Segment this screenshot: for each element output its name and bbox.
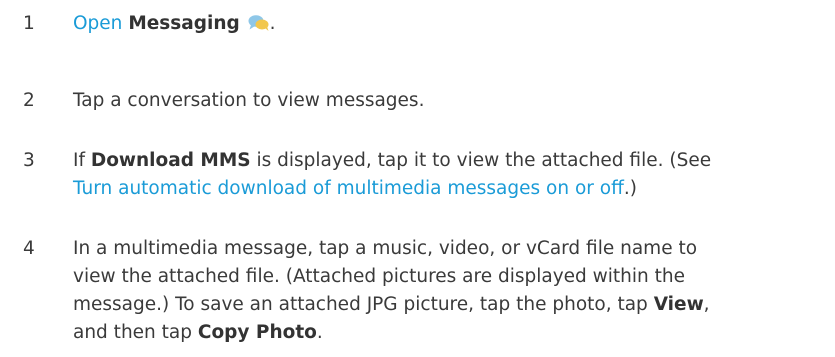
open-link[interactable]: Open	[73, 13, 122, 34]
app-name: Messaging	[128, 13, 240, 34]
step-number: 2	[23, 90, 35, 111]
copy-photo-label: Copy Photo	[197, 322, 317, 343]
step-line: and then tap	[73, 322, 198, 343]
step-number: 4	[23, 238, 35, 259]
step-line: message.) To save an attached JPG pictur…	[73, 294, 654, 315]
step-number: 1	[23, 13, 35, 34]
step-line: .	[316, 322, 323, 343]
step-text: If Download MMS is displayed, tap it to …	[73, 147, 825, 203]
step-text-part: .)	[623, 178, 637, 199]
download-mms-label: Download MMS	[90, 150, 251, 171]
step-number: 3	[23, 150, 35, 171]
step-text-part: is displayed, tap it to view the attache…	[250, 150, 712, 171]
step-end: .	[269, 13, 276, 34]
view-label: View	[653, 294, 704, 315]
step-line: ,	[703, 294, 710, 315]
auto-download-link[interactable]: Turn automatic download of multimedia me…	[73, 178, 624, 199]
step-text: In a multimedia message, tap a music, vi…	[73, 235, 825, 347]
step-text-part: If	[73, 150, 91, 171]
step-text: Tap a conversation to view messages.	[73, 90, 425, 111]
step-text: Open Messaging .	[73, 10, 825, 38]
step-line: In a multimedia message, tap a music, vi…	[73, 238, 698, 259]
step-line: view the attached file. (Attached pictur…	[73, 266, 686, 287]
messaging-bubbles-icon	[248, 15, 269, 31]
